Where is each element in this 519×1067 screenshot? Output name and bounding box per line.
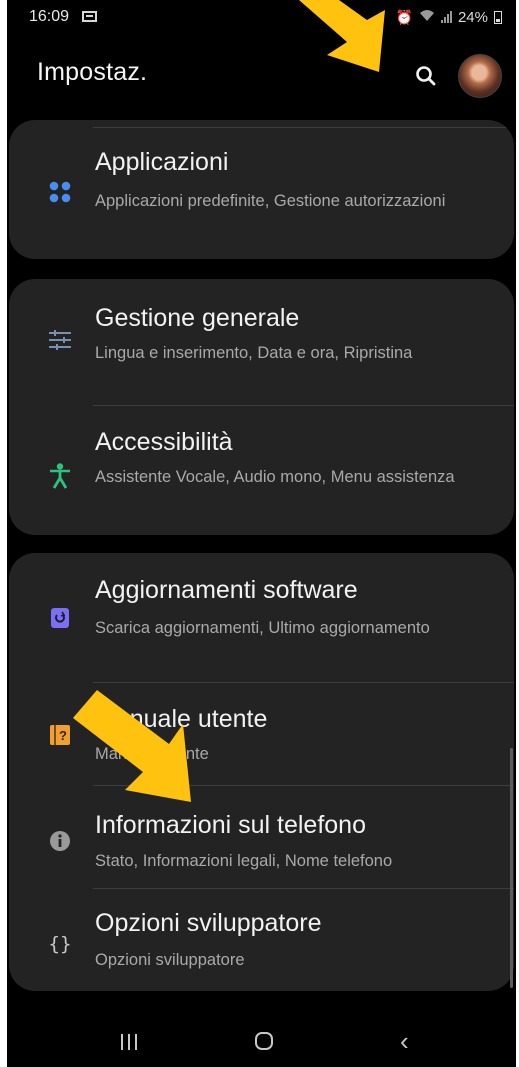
recent-apps-button[interactable]: [121, 1034, 137, 1050]
navigation-bar: ‹: [7, 1010, 516, 1067]
info-icon: [45, 826, 75, 856]
status-time: 16:09: [29, 8, 70, 25]
settings-item-gestione-generale[interactable]: Gestione generale Lingua e inserimento, …: [9, 279, 514, 405]
item-title: Manuale utente: [95, 705, 268, 733]
svg-text:?: ?: [59, 728, 67, 743]
card-system: Aggiornamenti software Scarica aggiornam…: [9, 553, 514, 991]
item-subtitle: Lingua e inserimento, Data e ora, Ripris…: [95, 344, 413, 362]
user-manual-icon: ?: [45, 720, 75, 750]
status-indicators: ⏰ 24%: [396, 6, 502, 28]
item-title: Aggiornamenti software: [95, 576, 358, 604]
scrollbar[interactable]: [510, 748, 513, 988]
software-update-icon: [45, 603, 75, 633]
item-title: Applicazioni: [95, 148, 229, 176]
settings-item-manuale-utente[interactable]: ? Manuale utente Manuale utente: [9, 683, 514, 785]
profile-avatar[interactable]: [458, 54, 502, 98]
phone-screen: 16:09 ⏰ 24% Impostaz. Applicazioni Appli…: [7, 0, 516, 1067]
battery-icon: [494, 10, 502, 24]
card-apps: Applicazioni Applicazioni predefinite, G…: [9, 120, 514, 259]
item-subtitle: Assistente Vocale, Audio mono, Menu assi…: [95, 468, 455, 486]
settings-item-aggiornamenti-software[interactable]: Aggiornamenti software Scarica aggiornam…: [9, 553, 514, 683]
page-title: Impostaz.: [37, 58, 148, 86]
item-title: Opzioni sviluppatore: [95, 909, 322, 937]
card-general: Gestione generale Lingua e inserimento, …: [9, 279, 514, 535]
accessibility-icon: [45, 461, 75, 491]
status-bar: 16:09 ⏰ 24%: [7, 0, 516, 34]
item-title: Accessibilità: [95, 428, 233, 456]
signal-icon: [440, 11, 452, 23]
search-icon: [416, 66, 436, 86]
item-subtitle: Scarica aggiornamenti, Ultimo aggiorname…: [95, 619, 430, 637]
settings-item-informazioni-sul-telefono[interactable]: Informazioni sul telefono Stato, Informa…: [9, 786, 514, 888]
item-title: Informazioni sul telefono: [95, 811, 366, 839]
developer-options-icon: {}: [45, 929, 75, 959]
battery-percentage: 24%: [457, 8, 488, 26]
item-subtitle: Opzioni sviluppatore: [95, 951, 245, 969]
settings-item-accessibilita[interactable]: Accessibilità Assistente Vocale, Audio m…: [9, 406, 514, 535]
alarm-icon: ⏰: [395, 8, 413, 25]
item-subtitle: Manuale utente: [95, 745, 209, 763]
back-button[interactable]: ‹: [400, 1028, 409, 1054]
settings-item-applicazioni[interactable]: Applicazioni Applicazioni predefinite, G…: [9, 120, 514, 259]
wifi-icon: [419, 9, 435, 25]
settings-item-opzioni-sviluppatore[interactable]: {} Opzioni sviluppatore Opzioni sviluppa…: [9, 889, 514, 991]
gallery-notification-icon: [82, 11, 97, 22]
item-subtitle: Stato, Informazioni legali, Nome telefon…: [95, 852, 393, 870]
home-button[interactable]: [255, 1032, 273, 1050]
search-button[interactable]: [410, 60, 442, 92]
item-subtitle: Applicazioni predefinite, Gestione autor…: [95, 192, 446, 210]
svg-text:{}: {}: [49, 933, 72, 955]
apps-icon: [45, 177, 75, 207]
item-title: Gestione generale: [95, 304, 300, 332]
sliders-icon: [45, 325, 75, 355]
